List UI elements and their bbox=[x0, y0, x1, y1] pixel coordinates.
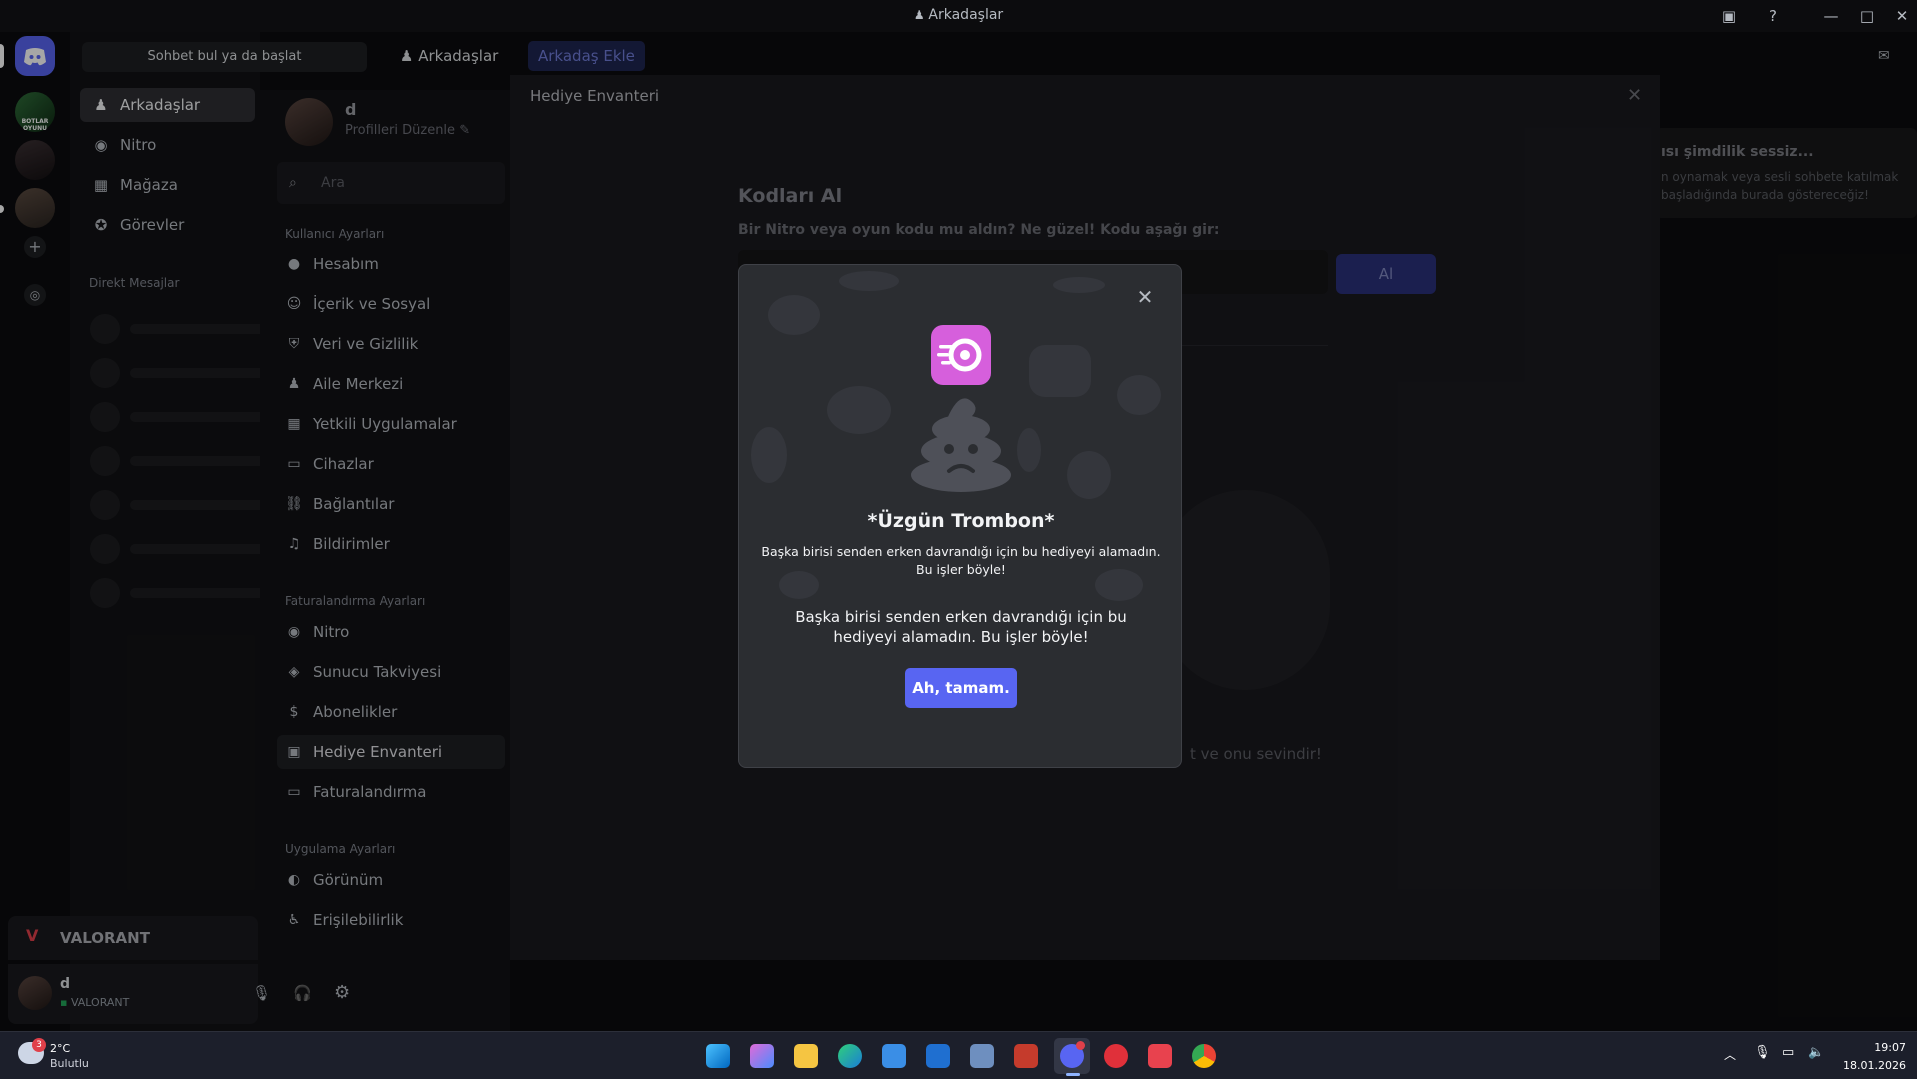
clock-time: 19:07 bbox=[1874, 1041, 1906, 1054]
sad-poop-icon bbox=[911, 398, 1011, 492]
window-title: ♟ Arkadaşlar bbox=[913, 7, 1004, 23]
friends-icon: ♟ bbox=[913, 8, 929, 22]
close-icon[interactable]: ✕ bbox=[1131, 283, 1159, 311]
weather-text: Bulutlu bbox=[50, 1057, 89, 1070]
nitro-logo-icon bbox=[931, 325, 991, 385]
settings-app-icon[interactable] bbox=[970, 1044, 994, 1068]
maximize-button[interactable]: □ bbox=[1854, 4, 1880, 28]
voicemeeter-icon[interactable] bbox=[1014, 1044, 1038, 1068]
valorant-taskbar-icon[interactable] bbox=[1148, 1044, 1172, 1068]
chrome-icon[interactable] bbox=[1192, 1044, 1216, 1068]
modal-small-text: Başka birisi senden erken davrandığı içi… bbox=[761, 544, 1161, 577]
help-icon[interactable]: ? bbox=[1760, 4, 1786, 28]
outlook-icon[interactable] bbox=[926, 1044, 950, 1068]
ok-button[interactable]: Ah, tamam. bbox=[905, 668, 1017, 708]
m365-app-icon[interactable] bbox=[750, 1044, 774, 1068]
minimize-button[interactable]: — bbox=[1818, 4, 1844, 28]
tray-volume-icon[interactable]: 🔈 bbox=[1808, 1045, 1824, 1060]
weather-badge: 3 bbox=[32, 1038, 46, 1052]
riot-client-icon[interactable] bbox=[1104, 1044, 1128, 1068]
modal-title: *Üzgün Trombon* bbox=[867, 510, 1055, 532]
gift-claimed-modal: *Üzgün Trombon* Başka birisi senden erke… bbox=[738, 264, 1182, 768]
edge-browser-icon[interactable] bbox=[838, 1044, 862, 1068]
tray-mic-icon[interactable]: 🎙 bbox=[1754, 1045, 1771, 1060]
windows-start-icon[interactable] bbox=[706, 1044, 730, 1068]
title-bar: ♟ Arkadaşlar ▣ ? — □ ✕ bbox=[0, 0, 1917, 32]
temperature-text: 2°C bbox=[50, 1042, 71, 1055]
windows-taskbar: 3 2°C Bulutlu ︿ 🎙 ▭ 🔈 19:07 18.01.2026 bbox=[0, 1031, 1917, 1079]
taskbar-running-indicator bbox=[1066, 1073, 1080, 1076]
microsoft-store-icon[interactable] bbox=[882, 1044, 906, 1068]
discord-notification-dot bbox=[1076, 1041, 1085, 1050]
close-window-button[interactable]: ✕ bbox=[1889, 4, 1915, 28]
file-explorer-icon[interactable] bbox=[794, 1044, 818, 1068]
clock-date: 18.01.2026 bbox=[1843, 1059, 1906, 1072]
modal-body-text: Başka birisi senden erken davrandığı içi… bbox=[795, 608, 1127, 646]
tray-chevron-icon[interactable]: ︿ bbox=[1724, 1046, 1736, 1063]
inbox-icon[interactable]: ▣ bbox=[1716, 4, 1742, 28]
tray-network-icon[interactable]: ▭ bbox=[1782, 1045, 1794, 1060]
